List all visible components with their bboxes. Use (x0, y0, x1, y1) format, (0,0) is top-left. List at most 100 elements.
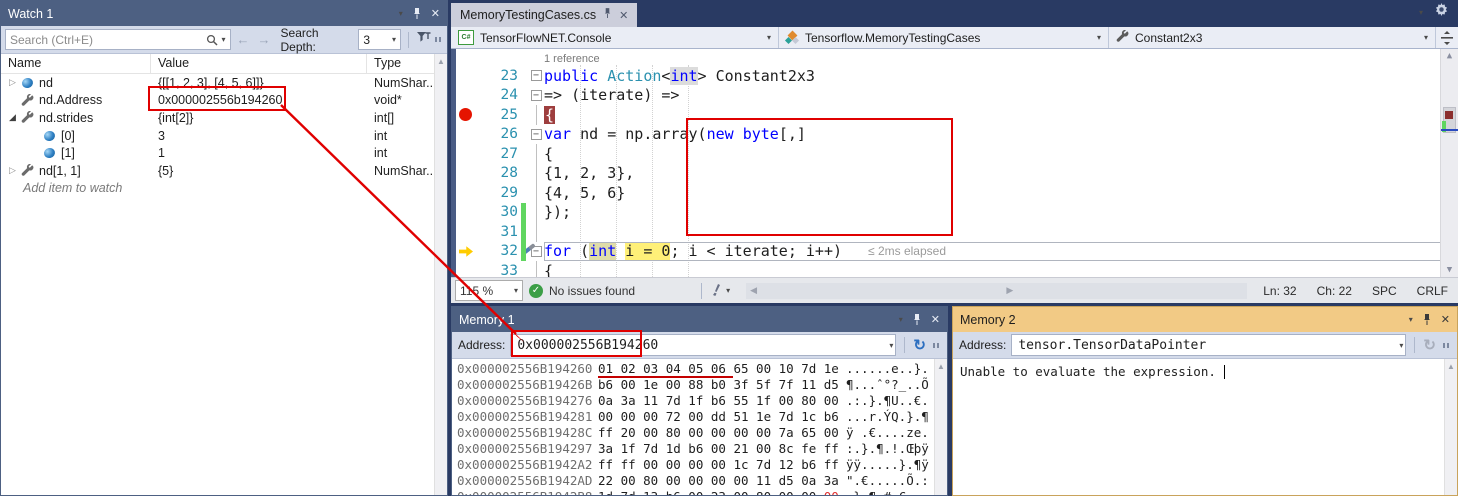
fold-margin[interactable] (528, 164, 544, 184)
refresh-icon[interactable]: ↻ (913, 338, 926, 353)
expander-icon[interactable]: ◢ (6, 112, 19, 123)
breakpoint-margin[interactable] (456, 144, 476, 164)
breakpoint-margin[interactable] (456, 164, 476, 184)
type-dropdown[interactable]: Tensorflow.MemoryTestingCases ▾ (779, 27, 1109, 48)
add-watch-item[interactable]: Add item to watch (1, 180, 447, 198)
code-line[interactable]: 26− var nd = np.array(new byte[,] (456, 125, 1458, 145)
memory-row[interactable]: 0x000002556B1942760a 3a 11 7d 1f b6 55 1… (457, 393, 947, 409)
watch-row[interactable]: ◢nd.strides{int[2]}int[] (1, 109, 447, 127)
memory-row[interactable]: 0x000002556B1942AD22 00 80 00 00 00 00 1… (457, 473, 947, 489)
gear-icon[interactable] (1435, 3, 1448, 21)
health-check-icon[interactable]: ✓ (529, 284, 543, 298)
breakpoint-margin[interactable] (456, 203, 476, 223)
window-menu-icon[interactable]: ▾ (899, 315, 903, 324)
scroll-down-icon[interactable]: ▼ (1441, 265, 1458, 275)
code-line[interactable]: 24− => (iterate) => (456, 86, 1458, 106)
fold-margin[interactable] (528, 144, 544, 164)
watch-value[interactable]: {[[1, 2, 3], [4, 5, 6]]} (151, 76, 367, 90)
memory-row[interactable]: 0x000002556B1942A2ff ff 00 00 00 00 1c 7… (457, 457, 947, 473)
search-depth-select[interactable]: 3 ▾ (358, 29, 401, 50)
address-input[interactable] (513, 338, 885, 353)
pin-icon[interactable] (912, 314, 922, 326)
expander-icon[interactable]: ▷ (6, 77, 19, 88)
filter-icon[interactable] (416, 31, 431, 48)
watch-row[interactable]: [0]3int (1, 127, 447, 145)
expander-icon[interactable]: ▷ (6, 165, 19, 176)
watch-row[interactable]: nd.Address0x000002556b194260void* (1, 92, 447, 110)
watch-scrollbar[interactable]: ▲ (434, 54, 447, 495)
code-cleanup-icon[interactable]: ▾ (711, 284, 730, 297)
breakpoint-margin[interactable] (456, 51, 476, 66)
watch-value[interactable]: {int[2]} (151, 111, 367, 125)
pin-icon[interactable] (1422, 314, 1432, 326)
code-text[interactable]: {1, 2, 3}, (544, 164, 1458, 184)
status-spc[interactable]: SPC (1372, 284, 1397, 298)
watch-titlebar[interactable]: Watch 1 ▾ ✕ (1, 1, 447, 26)
window-menu-icon[interactable]: ▾ (1409, 315, 1413, 324)
watch-value[interactable]: {5} (151, 164, 367, 178)
fold-margin[interactable] (528, 203, 544, 223)
watch-row[interactable]: ▷nd[1, 1]{5}NumShar... (1, 162, 447, 180)
code-text[interactable]: for (int i = 0; i < iterate; i++)≤ 2ms e… (544, 242, 1458, 262)
refresh-icon[interactable]: ↻ (1423, 338, 1436, 353)
code-line[interactable]: 25 { (456, 105, 1458, 125)
toolbar-overflow-icon[interactable] (1443, 343, 1449, 348)
breakpoint-margin[interactable] (456, 222, 476, 242)
code-text[interactable]: var nd = np.array(new byte[,] (544, 125, 1458, 145)
code-text[interactable]: public Action<int> Constant2x3 (544, 66, 1458, 86)
fold-margin[interactable] (528, 183, 544, 203)
search-input[interactable]: Search (Ctrl+E) ▾ (5, 29, 231, 50)
breakpoint-icon[interactable] (459, 108, 472, 121)
memory-row[interactable]: 0x000002556B19426Bb6 00 1e 00 88 b0 3f 5… (457, 377, 947, 393)
tab-memorytestingcases[interactable]: MemoryTestingCases.cs ✕ (451, 3, 637, 27)
breakpoint-margin[interactable] (456, 86, 476, 106)
code-text[interactable]: { (544, 144, 1458, 164)
code-text[interactable]: => (iterate) => (544, 86, 1458, 106)
watch-value[interactable]: 3 (151, 129, 367, 143)
code-text[interactable]: { (544, 105, 1458, 125)
fold-margin[interactable] (528, 105, 544, 125)
zoom-select[interactable]: 115 % ▾ (455, 280, 523, 301)
fold-margin[interactable]: − (528, 125, 544, 145)
memory2-titlebar[interactable]: Memory 2 ▾ ✕ (953, 307, 1457, 332)
pin-icon[interactable] (412, 8, 422, 20)
breakpoint-margin[interactable] (456, 105, 476, 125)
project-dropdown[interactable]: C# TensorFlowNET.Console ▾ (451, 27, 779, 48)
forward-icon[interactable]: → (256, 32, 273, 47)
code-editor[interactable]: 1 reference23− public Action<int> Consta… (451, 49, 1458, 277)
code-line[interactable]: 23− public Action<int> Constant2x3 (456, 66, 1458, 86)
close-icon[interactable]: ✕ (1441, 313, 1450, 326)
code-line[interactable]: 30 }); (456, 203, 1458, 223)
chevron-down-icon[interactable]: ▾ (1399, 341, 1403, 350)
tab-list-icon[interactable]: ▾ (1419, 8, 1423, 17)
close-icon[interactable]: ✕ (931, 313, 940, 326)
window-menu-icon[interactable]: ▾ (399, 9, 403, 18)
code-line[interactable]: 33 { (456, 261, 1458, 277)
member-dropdown[interactable]: Constant2x3 ▾ (1109, 27, 1436, 48)
memory2-content[interactable]: Unable to evaluate the expression. ▲ (953, 359, 1457, 495)
status-crlf[interactable]: CRLF (1417, 284, 1448, 298)
search-options-icon[interactable]: ▾ (222, 35, 226, 44)
split-editor-handle[interactable] (1436, 27, 1458, 48)
code-line[interactable]: 29 {4, 5, 6} (456, 183, 1458, 203)
code-text[interactable] (544, 222, 1458, 242)
chevron-down-icon[interactable]: ▾ (889, 341, 893, 350)
column-value[interactable]: Value (151, 54, 367, 73)
memory2-scrollbar[interactable]: ▲ (1444, 359, 1457, 495)
close-icon[interactable]: ✕ (431, 7, 440, 20)
memory1-titlebar[interactable]: Memory 1 ▾ ✕ (452, 307, 947, 332)
breakpoint-margin[interactable] (456, 125, 476, 145)
watch-row[interactable]: [1]1int (1, 144, 447, 162)
status-line[interactable]: Ln: 32 (1263, 284, 1296, 298)
pin-icon[interactable] (603, 8, 612, 22)
fold-margin[interactable] (528, 261, 544, 277)
editor-scrollbar[interactable]: ▲ ▼ (1440, 49, 1458, 277)
memory-row[interactable]: 0x000002556B19428Cff 20 00 80 00 00 00 0… (457, 425, 947, 441)
fold-margin[interactable] (528, 51, 544, 66)
code-line[interactable]: 31 (456, 222, 1458, 242)
address-combo[interactable]: ▾ (510, 334, 896, 356)
back-icon[interactable]: ← (235, 32, 252, 47)
breakpoint-margin[interactable] (456, 261, 476, 277)
memory-row[interactable]: 0x000002556B19428100 00 00 72 00 dd 51 1… (457, 409, 947, 425)
breakpoint-margin[interactable] (456, 242, 476, 262)
